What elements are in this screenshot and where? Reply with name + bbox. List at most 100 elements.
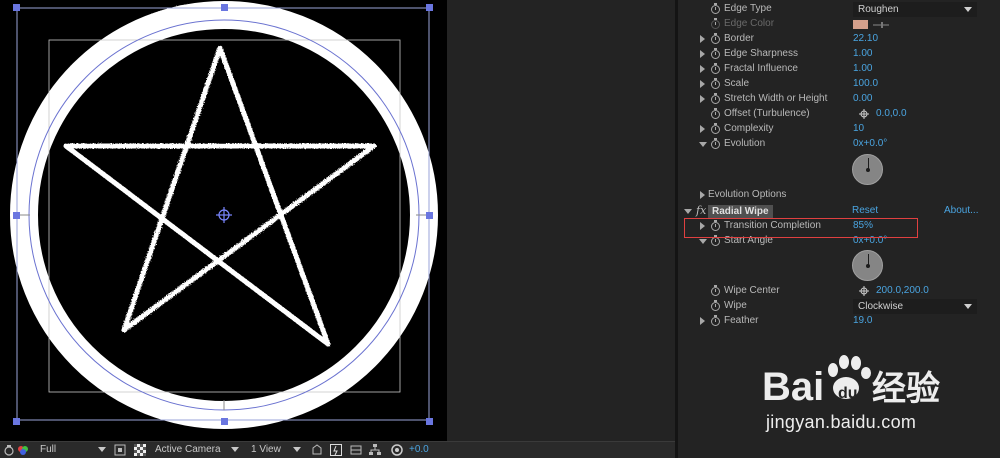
eyedropper-icon[interactable] bbox=[873, 20, 889, 29]
twirl-icon[interactable] bbox=[700, 317, 705, 325]
wipe-center-value[interactable]: 200.0,200.0 bbox=[876, 285, 929, 296]
channel-color-icon[interactable] bbox=[17, 444, 29, 456]
stopwatch-icon[interactable] bbox=[711, 315, 720, 326]
scale-value[interactable]: 100.0 bbox=[853, 78, 878, 89]
flowchart-icon[interactable] bbox=[369, 444, 381, 456]
stopwatch-icon[interactable] bbox=[711, 93, 720, 104]
fast-previews-icon[interactable] bbox=[330, 444, 342, 456]
border-value[interactable]: 22.10 bbox=[853, 33, 878, 44]
param-label: Wipe bbox=[724, 300, 747, 311]
stopwatch-icon[interactable] bbox=[711, 3, 720, 14]
chevron-down-icon bbox=[964, 304, 972, 309]
stopwatch-icon[interactable] bbox=[711, 138, 720, 149]
feather-value[interactable]: 19.0 bbox=[853, 315, 872, 326]
fx-toggle-icon[interactable]: fx bbox=[696, 204, 706, 217]
svg-text:Bai: Bai bbox=[762, 365, 824, 409]
composition-canvas[interactable] bbox=[0, 0, 447, 441]
dial-center bbox=[866, 168, 870, 172]
stopwatch-icon[interactable] bbox=[711, 108, 720, 119]
camera-select[interactable]: Active Camera bbox=[155, 444, 221, 455]
edge-color-swatch[interactable] bbox=[853, 20, 868, 29]
watermark-url: jingyan.baidu.com bbox=[766, 412, 917, 432]
view-layout-dropdown-icon[interactable] bbox=[293, 447, 301, 452]
region-of-interest-icon[interactable] bbox=[114, 444, 126, 456]
wipe-center-row: Wipe Center 200.0,200.0 bbox=[678, 284, 1000, 299]
stopwatch-icon bbox=[711, 18, 720, 29]
param-label: Complexity bbox=[724, 123, 774, 134]
about-link[interactable]: About... bbox=[944, 205, 978, 216]
fractal-influence-value[interactable]: 1.00 bbox=[853, 63, 872, 74]
effect-name[interactable]: Radial Wipe bbox=[708, 205, 773, 218]
param-label: Stretch Width or Height bbox=[724, 93, 828, 104]
twirl-icon[interactable] bbox=[700, 35, 705, 43]
evolution-value[interactable]: 0x+0.0° bbox=[853, 138, 887, 149]
stretch-row: Stretch Width or Height 0.00 bbox=[678, 92, 1000, 107]
chevron-down-icon bbox=[964, 7, 972, 12]
view-layout-select[interactable]: 1 View bbox=[251, 444, 281, 455]
baidu-jingyan-logo: Bai 经验 du bbox=[762, 355, 940, 409]
twirl-open-icon[interactable] bbox=[699, 239, 707, 244]
stopwatch-icon[interactable] bbox=[711, 285, 720, 296]
twirl-icon[interactable] bbox=[700, 65, 705, 73]
twirl-icon[interactable] bbox=[700, 50, 705, 58]
wipe-direction-dropdown[interactable]: Clockwise bbox=[853, 299, 977, 314]
evolution-row: Evolution 0x+0.0° bbox=[678, 137, 1000, 152]
evolution-options-row: Evolution Options bbox=[678, 188, 1000, 203]
timeline-icon[interactable] bbox=[350, 444, 362, 456]
stopwatch-icon[interactable] bbox=[711, 123, 720, 134]
snapshot-icon[interactable] bbox=[3, 444, 15, 456]
baidu-watermark: Bai 经验 du jingyan.baidu.com bbox=[740, 346, 980, 438]
radial-wipe-header: fx Radial Wipe Reset About... bbox=[678, 204, 1000, 219]
toggle-pixel-aspect-icon[interactable] bbox=[311, 444, 323, 456]
edge-type-dropdown[interactable]: Roughen bbox=[853, 2, 977, 17]
param-label: Feather bbox=[724, 315, 759, 326]
composition-viewer[interactable] bbox=[0, 0, 447, 441]
stopwatch-icon[interactable] bbox=[711, 78, 720, 89]
complexity-row: Complexity 10 bbox=[678, 122, 1000, 137]
twirl-icon[interactable] bbox=[700, 191, 705, 199]
stopwatch-icon[interactable] bbox=[711, 300, 720, 311]
fractal-influence-row: Fractal Influence 1.00 bbox=[678, 62, 1000, 77]
twirl-open-icon[interactable] bbox=[699, 142, 707, 147]
resolution-dropdown-icon[interactable] bbox=[98, 447, 106, 452]
exposure-value[interactable]: +0.0 bbox=[409, 444, 429, 455]
offset-value[interactable]: 0.0,0.0 bbox=[876, 108, 907, 119]
anchor-point-icon[interactable] bbox=[216, 207, 232, 223]
resolution-select[interactable]: Full bbox=[40, 444, 56, 455]
evolution-angle-dial[interactable] bbox=[852, 154, 883, 185]
stopwatch-icon[interactable] bbox=[711, 235, 720, 246]
param-label: Edge Type bbox=[724, 3, 772, 14]
twirl-icon[interactable] bbox=[700, 125, 705, 133]
viewer-toolbar: Full Active Camera 1 View +0.0 bbox=[0, 441, 675, 458]
border-row: Border 22.10 bbox=[678, 32, 1000, 47]
edge-type-value: Roughen bbox=[858, 4, 899, 15]
param-group-label: Evolution Options bbox=[708, 189, 787, 200]
stopwatch-icon[interactable] bbox=[711, 48, 720, 59]
start-angle-dial[interactable] bbox=[852, 250, 883, 281]
twirl-icon[interactable] bbox=[700, 80, 705, 88]
pentagram bbox=[63, 45, 377, 347]
stopwatch-icon[interactable] bbox=[711, 33, 720, 44]
param-label: Wipe Center bbox=[724, 285, 780, 296]
twirl-icon[interactable] bbox=[700, 95, 705, 103]
complexity-value[interactable]: 10 bbox=[853, 123, 864, 134]
transparency-grid-icon[interactable] bbox=[134, 444, 146, 456]
stopwatch-icon[interactable] bbox=[711, 63, 720, 74]
reset-link[interactable]: Reset bbox=[852, 205, 878, 216]
scale-row: Scale 100.0 bbox=[678, 77, 1000, 92]
viewer-empty-area bbox=[447, 0, 675, 441]
exposure-reset-icon[interactable] bbox=[391, 444, 403, 456]
edge-sharpness-row: Edge Sharpness 1.00 bbox=[678, 47, 1000, 62]
param-label: Border bbox=[724, 33, 755, 44]
highlight-box bbox=[684, 218, 918, 238]
edge-sharpness-value[interactable]: 1.00 bbox=[853, 48, 872, 59]
crosshair-icon[interactable] bbox=[859, 286, 869, 296]
camera-dropdown-icon[interactable] bbox=[231, 447, 239, 452]
twirl-open-icon[interactable] bbox=[684, 209, 692, 214]
edge-type-row: Edge Type Roughen bbox=[678, 2, 1000, 17]
stretch-value[interactable]: 0.00 bbox=[853, 93, 872, 104]
crosshair-icon[interactable] bbox=[859, 109, 869, 119]
param-label: Edge Color bbox=[724, 18, 775, 29]
param-label: Fractal Influence bbox=[724, 63, 798, 74]
param-label: Edge Sharpness bbox=[724, 48, 798, 59]
